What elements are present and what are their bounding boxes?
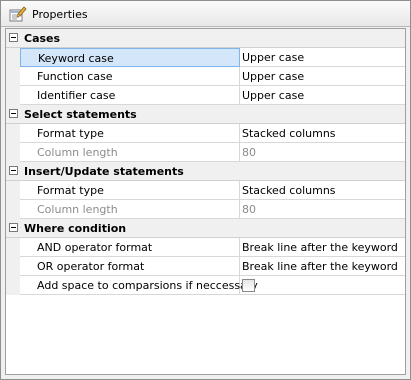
category-label: Insert/Update statements	[24, 165, 184, 178]
property-value-input[interactable]: Upper case	[240, 86, 405, 105]
property-value-input: 80	[240, 200, 405, 219]
window-title: Properties	[32, 8, 88, 21]
add-space-checkbox[interactable]	[242, 279, 255, 292]
property-name[interactable]: OR operator format	[20, 257, 240, 276]
collapse-icon[interactable]	[9, 33, 18, 42]
property-row-and-operator-format[interactable]: AND operator format Break line after the…	[6, 238, 405, 257]
property-value-input[interactable]: Break line after the keyword	[240, 238, 405, 257]
properties-window: Properties Cases Keyword case Upper case…	[0, 0, 411, 380]
property-name: Column length	[20, 143, 240, 162]
category-insert-update-statements[interactable]: Insert/Update statements	[6, 162, 405, 181]
property-grid: Cases Keyword case Upper case Function c…	[5, 28, 406, 375]
property-value-input[interactable]: Stacked columns	[240, 181, 405, 200]
property-name[interactable]: Function case	[20, 67, 240, 86]
category-label: Cases	[24, 32, 61, 45]
property-row-select-column-length: Column length 80	[6, 143, 405, 162]
properties-pencil-icon	[9, 6, 27, 22]
property-value-input: 80	[240, 143, 405, 162]
category-select-statements[interactable]: Select statements	[6, 105, 405, 124]
property-name[interactable]: Format type	[20, 181, 240, 200]
property-row-identifier-case[interactable]: Identifier case Upper case	[6, 86, 405, 105]
collapse-icon[interactable]	[9, 166, 18, 175]
property-value-cell[interactable]	[240, 276, 405, 295]
collapse-icon[interactable]	[9, 109, 18, 118]
property-row-function-case[interactable]: Function case Upper case	[6, 67, 405, 86]
property-name: Column length	[20, 200, 240, 219]
property-row-insert-column-length: Column length 80	[6, 200, 405, 219]
property-value-input[interactable]: Upper case	[240, 48, 405, 67]
property-value-input[interactable]: Stacked columns	[240, 124, 405, 143]
property-row-insert-format-type[interactable]: Format type Stacked columns	[6, 181, 405, 200]
property-row-keyword-case[interactable]: Keyword case Upper case	[6, 48, 405, 67]
category-where-condition[interactable]: Where condition	[6, 219, 405, 238]
category-cases[interactable]: Cases	[6, 29, 405, 48]
property-name[interactable]: Identifier case	[20, 86, 240, 105]
property-name[interactable]: Keyword case	[20, 48, 240, 67]
property-row-add-space-comparisons[interactable]: Add space to comparsions if neccessary	[6, 276, 405, 295]
property-row-or-operator-format[interactable]: OR operator format Break line after the …	[6, 257, 405, 276]
property-row-select-format-type[interactable]: Format type Stacked columns	[6, 124, 405, 143]
property-name[interactable]: Add space to comparsions if neccessary	[20, 276, 258, 295]
property-name[interactable]: Format type	[20, 124, 240, 143]
category-label: Where condition	[24, 222, 127, 235]
property-value-input[interactable]: Upper case	[240, 67, 405, 86]
category-label: Select statements	[24, 108, 137, 121]
collapse-icon[interactable]	[9, 223, 18, 232]
title-bar: Properties	[1, 1, 410, 27]
property-name[interactable]: AND operator format	[20, 238, 240, 257]
property-value-input[interactable]: Break line after the keyword	[240, 257, 405, 276]
